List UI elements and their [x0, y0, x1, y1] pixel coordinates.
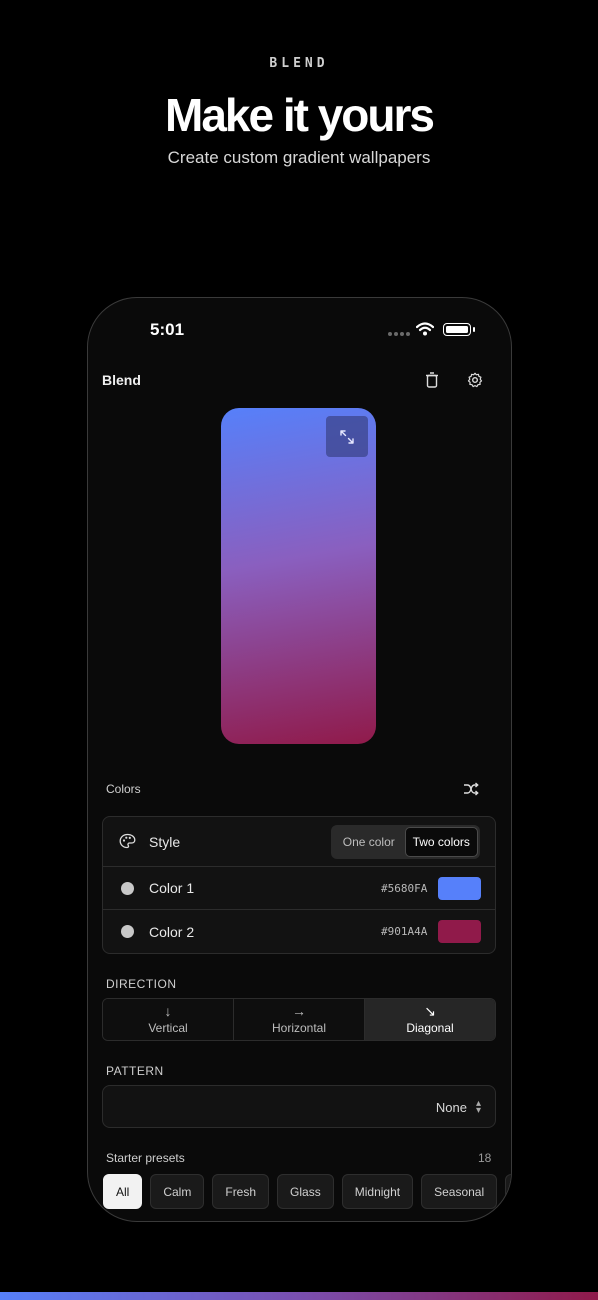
style-row: Style One color Two colors [103, 817, 495, 867]
color-2-row[interactable]: Color 2 #901A4A [103, 910, 495, 953]
one-color-option[interactable]: One color [333, 827, 405, 857]
preset-chips: All Calm Fresh Glass Midnight Seasonal S [103, 1174, 511, 1209]
cellular-signal-icon [388, 332, 410, 336]
trash-icon [426, 372, 438, 388]
chip-midnight[interactable]: Midnight [341, 1174, 414, 1209]
arrow-right-icon: → [292, 1003, 306, 1019]
palette-icon [119, 833, 136, 849]
color-1-hex: #5680FA [381, 881, 428, 895]
direction-vertical-label: Vertical [148, 1021, 188, 1035]
app-title: Blend [102, 372, 141, 388]
gear-icon [467, 372, 483, 388]
chip-fresh[interactable]: Fresh [212, 1174, 270, 1209]
color-1-dot [121, 881, 134, 895]
pattern-value: None [435, 1100, 467, 1115]
direction-vertical-button[interactable]: ↓ Vertical [103, 999, 234, 1040]
status-bar: 5:01 [88, 298, 511, 358]
shuffle-icon [464, 782, 479, 796]
direction-control: ↓ Vertical → Horizontal ↘ Diagonal [102, 998, 496, 1041]
color-2-dot [121, 925, 134, 938]
color-2-label: Color 2 [149, 923, 195, 940]
chip-seasonal[interactable]: Seasonal [421, 1174, 498, 1209]
direction-label: DIRECTION [106, 977, 177, 991]
colors-section-label: Colors [106, 782, 141, 796]
trash-button[interactable] [421, 369, 443, 391]
pattern-label: PATTERN [106, 1064, 164, 1078]
bottom-gradient-strip [0, 1292, 598, 1300]
direction-horizontal-button[interactable]: → Horizontal [234, 999, 365, 1040]
arrow-diagonal-icon: ↘ [424, 1003, 436, 1019]
status-time: 5:01 [150, 320, 185, 339]
phone-frame: 5:01 Blend Colors Style One color Two co… [87, 297, 512, 1222]
settings-button[interactable] [464, 369, 486, 391]
pattern-select[interactable]: None ▴ ▾ [102, 1085, 496, 1128]
colors-card: Style One color Two colors Color 1 #5680… [102, 816, 496, 954]
color-2-hex: #901A4A [381, 925, 428, 938]
chip-calm[interactable]: Calm [150, 1174, 205, 1209]
chip-all[interactable]: All [103, 1174, 143, 1209]
chevron-up-down-icon: ▴ ▾ [475, 1098, 481, 1116]
color-2-swatch[interactable] [438, 920, 481, 943]
battery-cap [473, 327, 475, 332]
direction-horizontal-label: Horizontal [271, 1021, 327, 1035]
direction-diagonal-label: Diagonal [406, 1021, 454, 1035]
chip-more[interactable]: S [505, 1174, 511, 1209]
wifi-icon [416, 322, 434, 336]
expand-icon [340, 429, 354, 444]
color-1-label: Color 1 [149, 880, 195, 896]
presets-label: Starter presets [106, 1151, 185, 1165]
brand-label: BLEND [269, 56, 329, 71]
chip-glass[interactable]: Glass [277, 1174, 334, 1209]
two-colors-option[interactable]: Two colors [404, 827, 478, 857]
expand-preview-button[interactable] [326, 416, 368, 457]
arrow-down-icon: ↓ [164, 1003, 172, 1019]
color-1-swatch[interactable] [438, 876, 481, 900]
shuffle-button[interactable] [460, 778, 482, 800]
battery-icon [443, 323, 471, 336]
headline: Make it yours [165, 89, 435, 141]
style-segmented-control: One color Two colors [331, 825, 480, 859]
color-1-row[interactable]: Color 1 #5680FA [103, 867, 495, 910]
subheadline: Create custom gradient wallpapers [167, 148, 431, 167]
wallpaper-preview[interactable] [221, 408, 376, 744]
presets-count: 18 [478, 1151, 492, 1165]
style-label: Style [149, 833, 181, 850]
direction-diagonal-button[interactable]: ↘ Diagonal [365, 999, 495, 1040]
